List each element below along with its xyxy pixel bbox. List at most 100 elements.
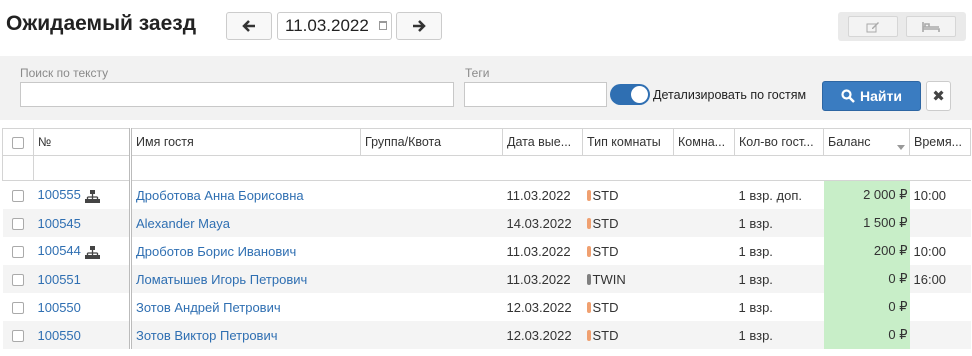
find-button[interactable]: Найти [822,81,921,111]
balance-header-label: Баланс [828,134,871,149]
time-cell [910,293,971,321]
room-type-tag [586,273,591,285]
calendar-icon[interactable] [379,21,387,30]
balance-cell: 0 ₽ [823,293,910,321]
booking-number-cell: 100551 [33,265,132,293]
guests-cell: 1 взр. [738,299,773,315]
date-value: 11.03.2022 [285,16,369,35]
room-type-label: STD [592,243,619,259]
group-cell [360,321,503,349]
room-cell [674,293,735,321]
booking-number-link[interactable]: 100550 [38,328,81,343]
row-checkbox[interactable] [12,218,24,231]
next-date-button[interactable] [396,12,442,40]
col-header-number[interactable]: № [33,128,132,156]
booking-number-cell: 100550 [33,293,132,321]
table-row[interactable]: 100545 Alexander Maya 14.03.2022 STD 1 взр. 1… [2,209,971,237]
booking-number-link[interactable]: 100545 [38,216,81,231]
search-icon [841,89,855,103]
departure-date-cell: 14.03.2022 [502,209,583,237]
filter-cell[interactable] [130,155,971,181]
edit-button[interactable] [848,16,898,37]
select-all-checkbox[interactable] [12,136,24,149]
bed-button[interactable] [906,16,956,37]
time-cell: 16:00 [909,265,971,293]
room-type-label: STD [592,215,619,231]
group-icon [84,189,100,203]
sort-desc-icon[interactable] [897,144,905,150]
booking-number-cell: 100544 [33,237,132,265]
room-type-cell: STD [582,321,674,349]
row-checkbox[interactable] [12,246,24,259]
row-checkbox[interactable] [12,302,24,315]
row-checkbox[interactable] [12,190,24,203]
col-header-balance[interactable]: Баланс [823,128,910,156]
detail-toggle[interactable] [610,84,650,105]
arrow-left-icon [242,20,255,32]
date-input[interactable]: 11.03.2022 [277,12,392,40]
room-type-cell: STD [582,209,674,237]
table-row[interactable]: 100550 Зотов Андрей Петрович 12.03.2022 STD… [3,293,971,321]
room-cell [674,237,735,265]
col-header-group[interactable]: Группа/Квота [360,128,503,156]
room-cell [674,181,735,210]
col-header-guest-name[interactable]: Имя гостя [130,128,361,156]
group-cell [360,209,503,237]
tags-input[interactable] [464,82,607,107]
guest-name-link[interactable]: Зотов Андрей Петрович [136,300,281,315]
page-title: Ожидаемый заезд [6,12,197,35]
guest-name-link[interactable]: Ломатышев Игорь Петрович [136,272,307,287]
filter-cell[interactable] [33,155,132,181]
guest-name-cell: Alexander Maya [130,209,361,237]
booking-number-link[interactable]: 100544 [38,243,81,258]
time-cell [909,321,971,349]
guest-name-cell: Зотов Виктор Петрович [130,321,361,349]
room-type-label: STD [592,299,619,315]
room-type-label: STD [592,327,619,343]
booking-number-link[interactable]: 100555 [38,187,81,202]
booking-number-link[interactable]: 100551 [38,272,81,287]
booking-number-link[interactable]: 100550 [38,300,81,315]
balance-cell: 1 500 ₽ [823,209,910,237]
prev-date-button[interactable] [226,12,272,40]
col-header-room-type[interactable]: Тип комнаты [582,128,674,156]
time-cell [909,209,971,237]
table-row[interactable]: 100551 Ломатышев Игорь Петрович 11.03.2022… [2,265,971,293]
balance-cell: 200 ₽ [823,237,910,265]
room-cell [673,321,735,349]
select-all-cell [2,128,34,156]
room-type-cell: TWIN [582,265,674,293]
table-row[interactable]: 100544 Дроботов Борис Иванович 11.03.2022 S… [3,237,971,265]
guest-name-link[interactable]: Дроботов Борис Иванович [136,244,296,259]
room-type-tag [586,245,591,257]
time-cell: 10:00 [913,187,947,203]
row-checkbox[interactable] [12,330,24,343]
room-type-tag [586,217,591,229]
table-row[interactable]: 100555 Дроботова Анна Борисовна 11.03.2022… [3,180,971,210]
room-type-cell: STD [583,237,674,265]
col-header-time[interactable]: Время... [909,128,971,156]
guest-name-cell: Зотов Андрей Петрович [131,293,361,321]
detail-label: Детализировать по гостям [653,88,807,102]
search-input[interactable] [20,82,454,107]
guests-cell: 1 взр. [734,321,824,349]
room-type-tag [586,301,591,313]
table-row[interactable]: 100550 Зотов Виктор Петрович 12.03.2022 STD… [2,321,971,349]
col-header-departure[interactable]: Дата вые... [502,128,583,156]
guest-name-cell: Дроботова Анна Борисовна [131,181,361,210]
col-header-guests[interactable]: Кол-во гост... [734,128,824,156]
header-row: № Имя гостя Группа/Квота Дата вые... Тип… [2,128,971,156]
guests-cell: 1 взр. доп. [738,187,802,203]
row-select-cell [3,293,34,321]
clear-button[interactable]: ✖ [926,81,951,111]
room-type-tag [586,329,591,341]
tags-label: Теги [465,66,490,80]
guest-name-link[interactable]: Дроботова Анна Борисовна [136,188,304,203]
col-header-room[interactable]: Комна... [673,128,735,156]
row-select-cell [3,237,34,265]
guest-name-link[interactable]: Зотов Виктор Петрович [136,328,278,343]
room-type-label: TWIN [592,271,626,287]
guest-name-link[interactable]: Alexander Maya [136,216,230,231]
row-checkbox[interactable] [12,274,24,287]
booking-number-cell: 100555 [33,180,132,209]
